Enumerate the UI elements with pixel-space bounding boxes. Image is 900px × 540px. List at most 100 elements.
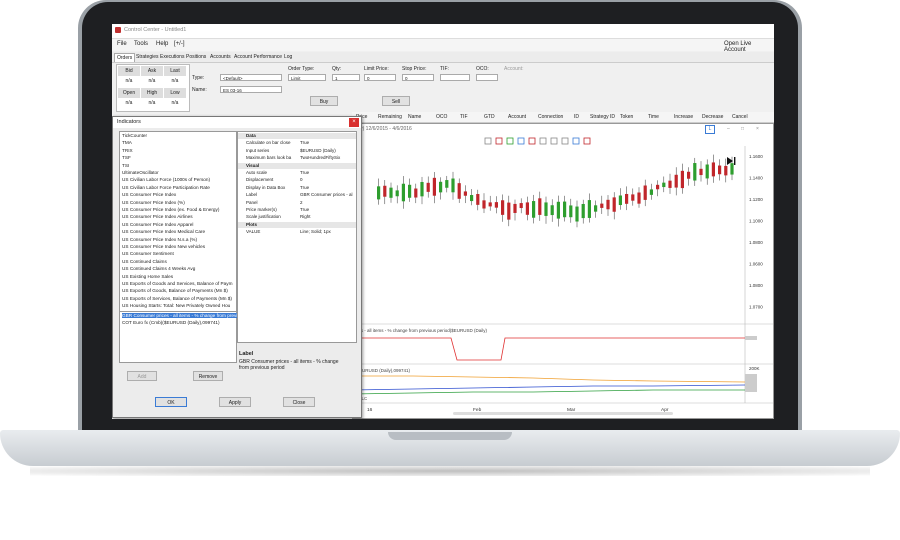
indicator-list-item[interactable]: UltimateOscillator [122,170,159,175]
tab-strategies[interactable]: Strategies [134,53,161,61]
property-row[interactable]: Maximum bars look ba TwoHundredFiftySix [238,155,356,161]
ok-button[interactable]: OK [155,397,187,407]
property-category[interactable]: Data [238,133,356,139]
candle-body [432,177,436,196]
property-name: Input series [246,147,270,153]
applied-indicator-item[interactable]: GBR Consumer prices - all items - % chan… [122,313,241,318]
indicator-list-item[interactable]: US Continued Claims 4 Weeks Avg [122,266,195,271]
menu-tools[interactable]: Tools [134,41,148,47]
close-button[interactable]: Close [283,397,315,407]
stop-price-input[interactable]: 0 [402,74,434,81]
indicator-list-item[interactable]: US Continued Claims [122,259,167,264]
candle-body [420,182,424,197]
apply-button[interactable]: Apply [219,397,251,407]
indicator-list-item[interactable]: US Consumer Price Index Airlines [122,214,193,219]
property-row[interactable]: Auto scale True [238,170,356,176]
indicator-list-item[interactable]: US Consumer Price Index (%) [122,200,185,205]
property-row[interactable]: Label GBR Consumer prices - al [238,192,356,198]
indicator-properties-grid[interactable]: Data Calculate on bar close True Input seri… [237,131,357,343]
indicator-list-item[interactable]: US Civilian Labor Force Participation Ra… [122,185,210,190]
tab-positions[interactable]: Positions [184,53,208,61]
tab-accounts[interactable]: Accounts [208,53,233,61]
indicator-list-item[interactable]: TMA [122,140,132,145]
property-value: Line; Solid; 1px [300,229,331,235]
column-header[interactable]: Increase [674,114,693,120]
dialog-close-icon[interactable]: × [349,118,359,127]
indicator-list-item[interactable]: US Exports of Goods, Balance of Payments… [122,288,228,293]
candle-body [730,163,734,175]
property-row[interactable]: Input series $EURUSD (Daily) [238,148,356,154]
column-header[interactable]: Decrease [702,114,723,120]
indicator-list-item[interactable]: US Consumer Price Index N.s.a (%) [122,237,197,242]
column-header[interactable]: Remaining [378,114,402,120]
column-header[interactable]: Token [620,114,633,120]
indicator-list-item[interactable]: TSI [122,163,129,168]
indicator-list-item[interactable]: US Consumer Price Index (ex. Food & Ener… [122,207,219,212]
order-type-select[interactable]: Limit [288,74,326,81]
instrument-select[interactable]: ES 03-16 [220,86,282,93]
property-category[interactable]: Visual [238,162,356,169]
qty-input[interactable]: 1 [332,74,360,81]
price-tick-label: 1.1400 [749,176,763,181]
panel2-label: ices - all items - % change from previou… [355,328,488,333]
menu-expand[interactable]: [+/-] [174,41,185,47]
indicator-list-item[interactable]: US Civilian Labor Force (1000s of Person… [122,177,210,182]
price-tick-label: 1.1200 [749,197,763,202]
property-row[interactable]: Price marker(s) True [238,207,356,213]
column-header[interactable]: Time [648,114,659,120]
property-row[interactable]: Display in Data Box True [238,185,356,191]
price-chart[interactable]: 1.1600 1.1400 1.1200 1.1000 1.0800 1.0600 1.08… [353,124,773,418]
available-indicators-list[interactable]: TickCounter TMA TRIX TSF TSI UltimateOscillat… [119,131,237,313]
tab-account-performance[interactable]: Account Performance [232,53,284,61]
indicator-list-item[interactable]: US Consumer Price Index Medical Care [122,229,205,234]
tab-log[interactable]: Log [282,53,294,61]
column-header[interactable]: Name [408,114,421,120]
indicator-list-item[interactable]: US Consumer Price Index Apparel [122,222,193,227]
property-name: Calculate on bar close [246,140,291,146]
column-header[interactable]: GTD [484,114,495,120]
applied-indicator-item[interactable]: COT Euro fx (Cmb)($EURUSD (Daily),099741… [122,320,220,325]
oco-input[interactable] [476,74,498,81]
menu-help[interactable]: Help [156,41,168,47]
candle-body [618,195,622,206]
property-category[interactable]: Plots [238,221,356,228]
add-button[interactable]: Add [127,371,157,381]
indicator-list-item[interactable]: TSF [122,155,131,160]
indicator-list-item[interactable]: US Exports of Goods and Services, Balanc… [122,281,232,286]
property-row[interactable]: Scale justification Right [238,214,356,220]
applied-indicators-list[interactable]: GBR Consumer prices - all items - % chan… [119,311,241,363]
menu-file[interactable]: File [117,41,127,47]
sell-button[interactable]: Sell [382,96,410,106]
property-name: Data [246,133,256,138]
column-header[interactable]: TIF [460,114,468,120]
indicator-list-item[interactable]: US Exports of Services, Balance of Payme… [122,296,232,301]
candle-body [383,185,387,197]
remove-button[interactable]: Remove [193,371,223,381]
column-header[interactable]: Connection [538,114,563,120]
indicator-list-item[interactable]: US Consumer Price Index [122,192,176,197]
tab-orders[interactable]: Orders [114,53,136,62]
indicator-list-item[interactable]: TickCounter [122,133,147,138]
property-value: 0 [300,177,303,183]
indicator-list-item[interactable]: US Existing Home Sales [122,274,173,279]
indicator-list-item[interactable]: US Consumer Price Index New vehicles [122,244,205,249]
tab-executions[interactable]: Executions [158,53,186,61]
column-header[interactable]: Cancel [732,114,748,120]
column-header[interactable]: Strategy ID [590,114,615,120]
type-select[interactable]: <Default> [220,74,282,81]
property-row[interactable]: VALUE Line; Solid; 1px [238,229,356,235]
property-row[interactable]: Calculate on bar close True [238,140,356,146]
indicator-list-item[interactable]: US Consumer Sentiment [122,251,174,256]
column-header[interactable]: OCO [436,114,447,120]
candle-body [600,203,604,208]
buy-button[interactable]: Buy [310,96,338,106]
column-header[interactable]: ID [574,114,579,120]
column-header[interactable]: Account [508,114,526,120]
property-row[interactable]: Displacement 0 [238,177,356,183]
property-row[interactable]: Panel 2 [238,200,356,206]
indicator-list-item[interactable]: US Housing Starts: Total: New Privately … [122,303,230,308]
indicator-list-item[interactable]: TRIX [122,148,133,153]
tif-select[interactable] [440,74,470,81]
limit-price-input[interactable]: 0 [364,74,396,81]
price-tick-label: 1.1600 [749,154,763,159]
